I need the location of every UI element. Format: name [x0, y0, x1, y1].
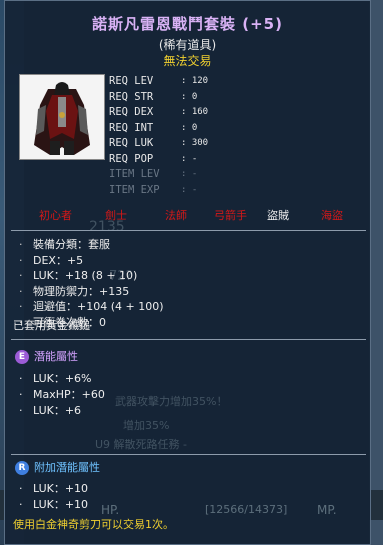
bullet: ·: [19, 253, 23, 267]
stat-row: · 迴避值：+104 (4 + 100): [19, 299, 164, 315]
potential-grade-badge: E: [15, 350, 29, 364]
potential-list: · LUK：+6% · MaxHP：+60 · LUK：+6: [19, 371, 105, 419]
divider: [11, 454, 366, 455]
bullet: ·: [19, 269, 23, 283]
potential-header-label: 潛能屬性: [34, 350, 78, 363]
requirement-row: REQ STR : 0: [109, 90, 269, 106]
background-ghost-text: 武器攻擊力增加35%！: [115, 395, 228, 408]
trade-status: 無法交易: [163, 54, 212, 68]
stat-text: LUK：+18 (8 + 10): [33, 269, 138, 283]
scissors-note: 使用白金神奇剪刀可以交易1次。: [13, 518, 174, 531]
item-tooltip: 諾斯凡雷恩戰鬥套裝 (+5) (稀有道具) 無法交易 REQ LEV: 120 R…: [4, 0, 371, 545]
potential-header: E 潛能屬性: [15, 348, 78, 366]
potential-text: LUK：+10: [33, 498, 89, 511]
stat-text: 裝備分類：套服: [33, 238, 110, 251]
requirement-label: REQ STR: [109, 90, 154, 103]
requirement-value: : 300: [181, 138, 209, 148]
requirement-label: REQ LEV: [109, 75, 154, 87]
bonus-potential-list: · LUK：+10 · LUK：+10: [19, 481, 88, 513]
bullet: ·: [19, 388, 23, 401]
hammer-note: 已套用黃金鐵鎚: [13, 319, 90, 332]
potential-text: LUK：+10: [33, 482, 89, 495]
job-label: 盜賊: [267, 209, 289, 222]
background-ghost-text-2: 增加35%: [123, 419, 170, 432]
item-rarity: (稀有道具): [158, 38, 217, 52]
armor-icon: [20, 75, 104, 159]
bullet: ·: [19, 482, 23, 495]
stat-text: 迴避值：+104 (4 + 100): [33, 300, 164, 314]
requirement-value: : 120: [181, 76, 209, 86]
bullet: ·: [19, 284, 23, 298]
mp-label: MP.: [317, 503, 337, 517]
requirement-label: ITEM EXP: [109, 183, 160, 196]
potential-line: · LUK：+10: [19, 481, 88, 497]
stat-row: · 物理防禦力：+135: [19, 284, 164, 300]
requirement-row: REQ LUK : 300: [109, 136, 269, 152]
requirement-label: REQ DEX: [109, 106, 154, 118]
hp-value: [12566/14373]: [205, 503, 288, 516]
job-list: 初心者 劍士 法師 弓箭手 盜賊 海盜: [5, 207, 370, 225]
bullet: ·: [19, 372, 23, 385]
potential-line: · LUK：+6%: [19, 371, 105, 387]
job-label: 初心者: [39, 209, 72, 222]
stat-row: · 裝備分類：套服: [19, 237, 164, 253]
divider: [11, 230, 366, 231]
stat-row: · DEX：+5: [19, 253, 164, 269]
stat-row: · LUK：+18 (8 + 10): [19, 268, 164, 284]
job-label: 劍士: [105, 209, 127, 222]
divider: [11, 339, 366, 340]
requirement-label: ITEM LEV: [109, 168, 160, 180]
requirement-row: REQ POP : -: [109, 152, 269, 168]
job-label: 弓箭手: [214, 209, 247, 222]
bullet: ·: [19, 238, 23, 251]
potential-line: · MaxHP：+60: [19, 387, 105, 403]
stat-text: 物理防禦力：+135: [33, 284, 130, 298]
requirement-label: REQ POP: [109, 152, 154, 165]
background-ghost-text-3: U9 解散死路任務 -: [95, 438, 188, 451]
potential-text: MaxHP：+60: [33, 388, 105, 401]
bullet: ·: [19, 498, 23, 511]
requirement-label: REQ INT: [109, 121, 154, 134]
item-image: [19, 74, 105, 160]
requirement-row: ITEM EXP : -: [109, 183, 269, 199]
bullet: ·: [19, 300, 23, 314]
requirement-value: : 160: [181, 107, 209, 117]
bullet: ·: [19, 404, 23, 417]
bonus-potential-header: R 附加潛能屬性: [15, 459, 100, 477]
requirements-list: REQ LEV : 120 REQ STR : 0 REQ DEX : 160 REQ IN…: [109, 74, 269, 198]
requirement-row: REQ INT : 0: [109, 121, 269, 137]
bonus-potential-grade-badge: R: [15, 461, 29, 475]
job-label: 法師: [165, 209, 187, 222]
potential-text: LUK：+6: [33, 404, 82, 417]
requirement-row: REQ LEV : 120: [109, 74, 269, 90]
requirement-value: : -: [181, 169, 198, 179]
requirement-value: : 0: [181, 91, 198, 102]
stat-text: DEX：+5: [33, 253, 84, 267]
potential-text: LUK：+6%: [33, 372, 92, 385]
bonus-potential-header-label: 附加潛能屬性: [34, 461, 100, 474]
requirement-row: REQ DEX : 160: [109, 105, 269, 121]
potential-line: · LUK：+10: [19, 497, 88, 513]
requirement-value: : 0: [181, 122, 198, 133]
background-right-panel: [369, 0, 383, 545]
requirement-row: ITEM LEV : -: [109, 167, 269, 183]
item-title: 諾斯凡雷恩戰鬥套裝 (+5): [92, 15, 283, 33]
potential-line: · LUK：+6: [19, 403, 105, 419]
requirement-value: : -: [181, 184, 198, 195]
requirement-value: : -: [181, 153, 198, 164]
hp-label: HP.: [101, 503, 120, 517]
requirement-label: REQ LUK: [109, 137, 154, 149]
job-label: 海盜: [321, 209, 343, 222]
